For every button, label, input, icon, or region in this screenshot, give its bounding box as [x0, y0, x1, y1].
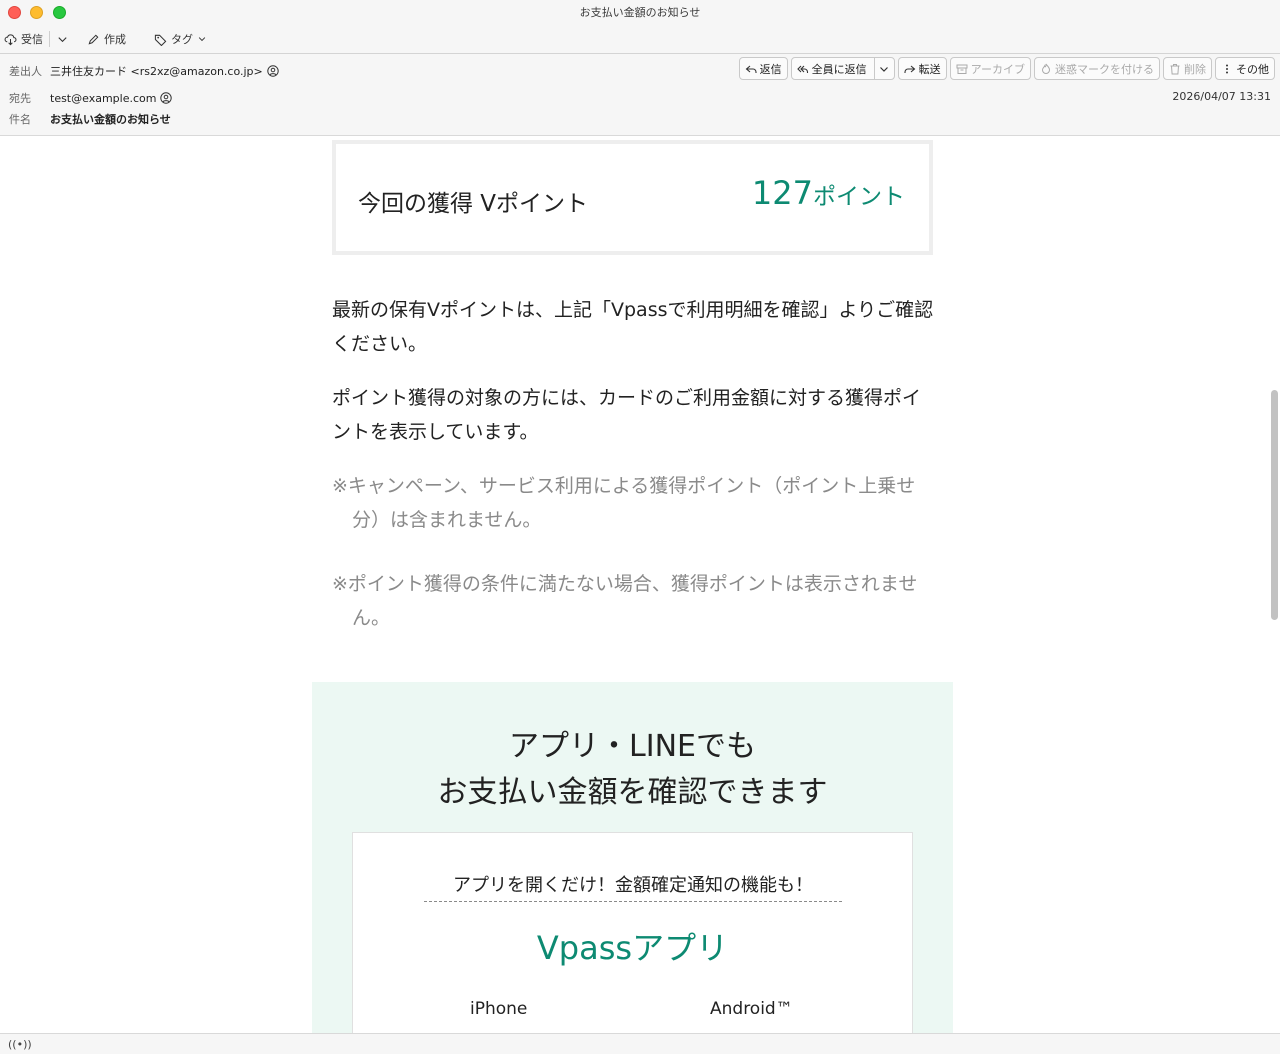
forward-button[interactable]: 転送	[897, 57, 947, 80]
promo-title-line2: お支払い金額を確認できます	[437, 775, 828, 810]
delete-label: 削除	[1184, 62, 1206, 76]
message-header: 差出人 三井住友カード <rs2xz@amazon.co.jp> 宛先 test…	[0, 54, 1280, 136]
reply-all-icon	[796, 65, 808, 73]
message-date: 2026/04/07 13:31	[1172, 90, 1271, 103]
toolbar-divider	[49, 31, 50, 47]
message-actions: 返信 全員に返信 転送 アーカイブ 迷惑マークを付ける 削除 その他	[738, 57, 1275, 80]
reply-all-menu-button[interactable]	[873, 58, 894, 79]
receive-label: 受信	[21, 33, 43, 46]
app-promo-section: アプリ・LINEでも お支払い金額を確認できます アプリを開くだけ！金額確定通知…	[312, 682, 953, 1033]
sender-address[interactable]: 三井住友カード <rs2xz@amazon.co.jp>	[50, 63, 263, 79]
promo-title: アプリ・LINEでも お支払い金額を確認できます	[312, 724, 953, 816]
reply-icon	[745, 65, 757, 73]
app-name: Vpassアプリ	[536, 929, 729, 967]
chevron-down-icon	[58, 36, 67, 42]
subject-value: お支払い金額のお知らせ	[50, 113, 171, 126]
points-target-paragraph: ポイント獲得の対象の方には、カードのご利用金額に対する獲得ポイントを表示していま…	[332, 387, 922, 443]
title-bar: お支払い金額のお知らせ 受信 作成 タグ	[0, 0, 1280, 54]
toolbar: 受信 作成 タグ	[0, 28, 211, 50]
from-value[interactable]: 三井住友カード <rs2xz@amazon.co.jp>	[50, 63, 279, 79]
from-label: 差出人	[9, 65, 42, 78]
compose-label: 作成	[104, 33, 126, 46]
receive-button[interactable]: 受信	[0, 28, 47, 50]
app-card: アプリを開くだけ！金額確定通知の機能も！ Vpassアプリ iPhone And…	[352, 832, 913, 1033]
subject-label: 件名	[9, 113, 31, 126]
points-label: 今回の獲得 Vポイント	[358, 191, 589, 217]
forward-label: 転送	[918, 62, 941, 76]
status-bar: ((•))	[0, 1033, 1280, 1054]
flame-icon	[1041, 63, 1051, 74]
message-body[interactable]: 今回の獲得 Vポイント 127 ポイント 最新の保有Vポイントは、上記「Vpas…	[0, 136, 1280, 1033]
forward-icon	[904, 65, 916, 73]
to-value[interactable]: test@example.com	[50, 92, 173, 105]
more-vertical-icon	[1226, 64, 1228, 73]
condition-note: ※ポイント獲得の条件に満たない場合、獲得ポイントは表示されません。	[332, 573, 918, 629]
more-button[interactable]: その他	[1215, 57, 1275, 80]
receive-menu-button[interactable]	[52, 28, 73, 50]
junk-label: 迷惑マークを付ける	[1055, 62, 1154, 76]
recipient-address[interactable]: test@example.com	[50, 92, 156, 105]
reply-all-button[interactable]: 全員に返信	[790, 57, 895, 80]
delete-button[interactable]: 削除	[1163, 57, 1212, 80]
to-row: 宛先 test@example.com	[9, 90, 173, 106]
from-row: 差出人 三井住友カード <rs2xz@amazon.co.jp>	[9, 63, 279, 79]
scrollbar-thumb[interactable]	[1271, 390, 1278, 620]
person-icon	[267, 65, 279, 77]
archive-label: アーカイブ	[970, 62, 1025, 76]
promo-title-line1: アプリ・LINEでも	[509, 729, 756, 764]
chevron-down-icon	[198, 37, 206, 42]
compose-button[interactable]: 作成	[83, 28, 130, 50]
reply-button[interactable]: 返信	[738, 57, 788, 80]
android-store-label[interactable]: Android™	[710, 999, 793, 1019]
to-label: 宛先	[9, 92, 31, 105]
window-title: お支払い金額のお知らせ	[579, 6, 701, 19]
points-number: 127	[751, 174, 813, 212]
activity-icon[interactable]: ((•))	[8, 1038, 32, 1051]
junk-button[interactable]: 迷惑マークを付ける	[1034, 57, 1160, 80]
tag-icon	[154, 34, 167, 46]
reply-label: 返信	[759, 62, 782, 76]
archive-button[interactable]: アーカイブ	[949, 57, 1031, 80]
subject-row: 件名 お支払い金額のお知らせ	[9, 111, 171, 127]
person-icon	[160, 92, 173, 104]
reply-all-label: 全員に返信	[811, 62, 867, 76]
archive-icon	[956, 64, 968, 74]
app-lead-text: アプリを開くだけ！金額確定通知の機能も！	[424, 871, 842, 902]
points-box: 今回の獲得 Vポイント 127 ポイント	[332, 140, 933, 255]
more-label: その他	[1236, 62, 1269, 76]
pencil-icon	[88, 34, 99, 44]
trash-icon	[1170, 63, 1180, 74]
chevron-down-icon	[880, 66, 889, 72]
tag-button[interactable]: タグ	[150, 28, 211, 50]
iphone-store-label[interactable]: iPhone	[470, 999, 527, 1019]
campaign-note: ※キャンペーン、サービス利用による獲得ポイント（ポイント上乗せ分）は含まれません…	[332, 475, 916, 531]
tag-label: タグ	[171, 33, 193, 46]
points-value: 127 ポイント	[752, 174, 905, 212]
points-unit: ポイント	[813, 184, 905, 210]
points-info-paragraph: 最新の保有Vポイントは、上記「Vpassで利用明細を確認」よりご確認ください。	[332, 299, 934, 355]
cloud-download-icon	[4, 33, 17, 45]
